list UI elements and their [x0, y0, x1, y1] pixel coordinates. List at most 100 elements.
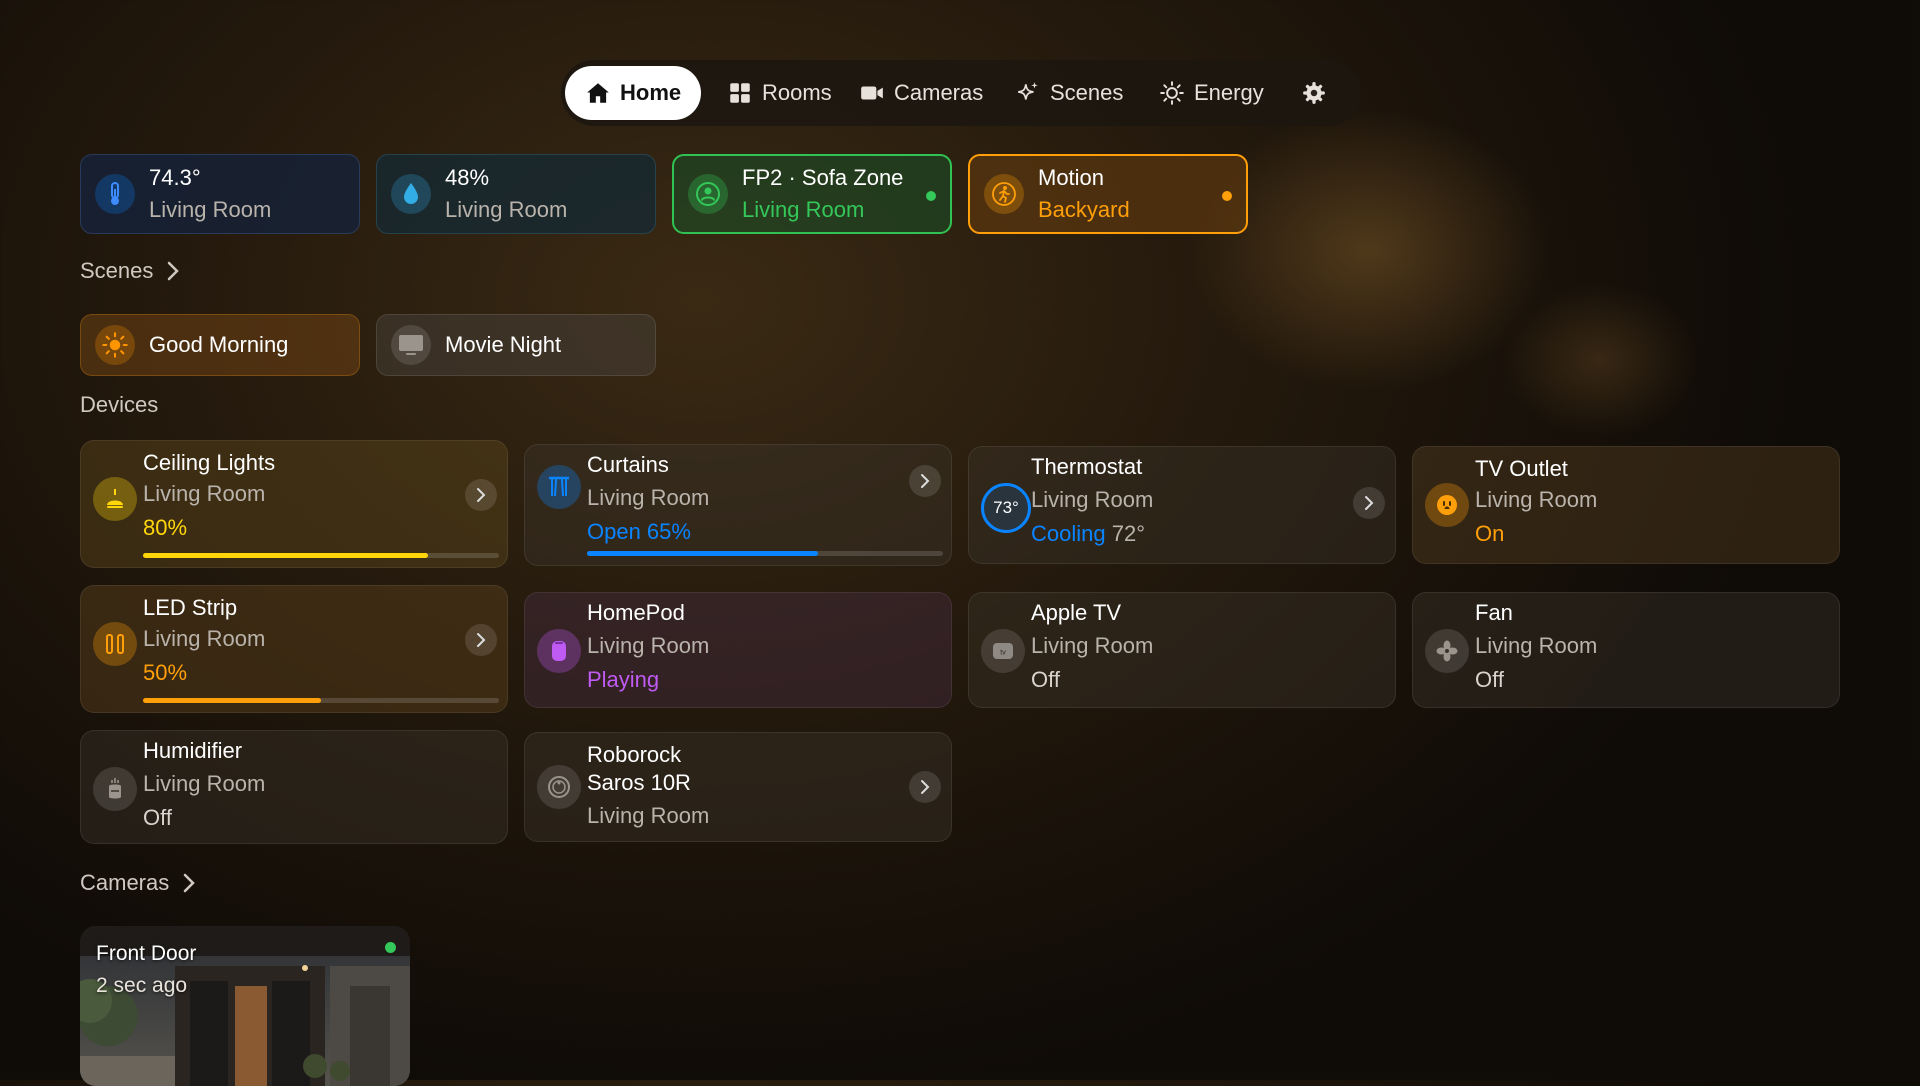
temperature-chip[interactable]: 74.3° Living Room	[80, 154, 360, 234]
tab-cameras[interactable]: Cameras	[859, 66, 983, 120]
devices-title: Devices	[80, 392, 159, 417]
tv-icon	[391, 325, 431, 365]
device-name: Curtains	[587, 452, 669, 477]
device-card-tv-outlet[interactable]: TV Outlet Living Room On	[1412, 446, 1840, 564]
led-strip-icon	[93, 622, 137, 666]
device-card-apple-tv[interactable]: tv Apple TV Living Room Off	[968, 592, 1396, 708]
device-room: Living Room	[143, 481, 266, 506]
camera-timestamp: 2 sec ago	[96, 974, 188, 997]
robot-vacuum-icon	[537, 765, 581, 809]
chevron-right-icon	[168, 261, 180, 281]
device-room: Living Room	[587, 485, 710, 510]
device-name: Fan	[1475, 600, 1513, 625]
tab-energy[interactable]: Energy	[1159, 66, 1264, 120]
motion-chip[interactable]: Motion Backyard	[968, 154, 1248, 234]
humidity-value: 48%	[445, 165, 490, 190]
outlet-icon	[1425, 483, 1469, 527]
thermometer-icon	[95, 174, 135, 214]
device-card-thermostat[interactable]: 73° Thermostat Living Room Cooling 72°	[968, 446, 1396, 564]
presence-chip[interactable]: FP2 · Sofa Zone Living Room	[672, 154, 952, 234]
device-name: Ceiling Lights	[143, 450, 276, 475]
device-room: Living Room	[1475, 487, 1598, 512]
humidity-room: Living Room	[445, 197, 568, 222]
thermostat-dial-icon: 73°	[981, 483, 1031, 533]
tab-rooms[interactable]: Rooms	[727, 66, 832, 120]
tab-rooms-label: Rooms	[762, 80, 832, 105]
device-status: Open 65%	[587, 519, 691, 544]
scene-label: Movie Night	[445, 332, 562, 357]
settings-button[interactable]	[1301, 66, 1327, 120]
running-person-icon	[984, 174, 1024, 214]
device-card-ceiling-lights[interactable]: Ceiling Lights Living Room 80%	[80, 440, 508, 568]
device-room: Living Room	[1031, 487, 1154, 512]
temperature-room: Living Room	[149, 197, 272, 222]
device-room: Living Room	[1031, 633, 1154, 658]
device-card-homepod[interactable]: HomePod Living Room Playing	[524, 592, 952, 708]
device-name: Apple TV	[1031, 600, 1122, 625]
chevron-right-icon[interactable]	[465, 479, 497, 511]
tab-home[interactable]: Home	[565, 66, 702, 120]
video-camera-icon	[861, 86, 883, 100]
ceiling-light-icon	[93, 477, 137, 521]
scene-good-morning[interactable]: Good Morning	[80, 314, 360, 376]
device-status: Off	[1031, 667, 1060, 692]
brightness-slider[interactable]	[143, 553, 499, 558]
svg-text:tv: tv	[1000, 650, 1006, 657]
device-name: HomePod	[587, 600, 685, 625]
device-status: 50%	[143, 660, 188, 685]
device-card-led-strip[interactable]: LED Strip Living Room 50%	[80, 585, 508, 713]
tab-home-label: Home	[620, 80, 682, 105]
brightness-fill	[143, 698, 321, 703]
sparkle-icon	[1018, 82, 1038, 100]
chevron-right-icon[interactable]	[909, 771, 941, 803]
chevron-right-icon[interactable]	[909, 465, 941, 497]
device-name-line-2: Saros 10R	[587, 770, 691, 795]
tab-energy-label: Energy	[1194, 80, 1264, 105]
device-name-line-1: Roborock	[587, 742, 682, 767]
brightness-slider[interactable]	[143, 698, 499, 703]
brightness-fill	[143, 553, 428, 558]
device-status: On	[1475, 521, 1505, 546]
homepod-icon	[537, 629, 581, 673]
scene-movie-night[interactable]: Movie Night	[376, 314, 656, 376]
motion-location: Backyard	[1038, 197, 1130, 222]
tab-cameras-label: Cameras	[894, 80, 984, 105]
tab-scenes-label: Scenes	[1050, 80, 1124, 105]
device-status: 80%	[143, 515, 188, 540]
chevron-right-icon[interactable]	[1353, 487, 1385, 519]
fan-icon	[1425, 629, 1469, 673]
sun-icon	[1160, 81, 1184, 105]
cameras-title: Cameras	[80, 870, 170, 895]
house-icon	[587, 83, 609, 103]
cameras-section-header[interactable]: Cameras	[80, 870, 196, 896]
curtain-position-slider[interactable]	[587, 551, 943, 556]
device-card-humidifier[interactable]: Humidifier Living Room Off	[80, 730, 508, 844]
thermostat-target-temp: 72°	[1111, 521, 1146, 546]
scenes-section-header[interactable]: Scenes	[80, 258, 180, 284]
tab-scenes[interactable]: Scenes	[1015, 66, 1123, 120]
devices-section-header: Devices	[80, 392, 158, 418]
camera-card-front-door[interactable]: Front Door 2 sec ago	[80, 926, 410, 1086]
gear-icon	[1303, 82, 1325, 104]
device-room: Living Room	[587, 803, 710, 828]
presence-value: FP2 · Sofa Zone	[742, 165, 904, 190]
humidifier-icon	[93, 767, 137, 811]
camera-name: Front Door	[96, 942, 197, 965]
device-card-curtains[interactable]: Curtains Living Room Open 65%	[524, 444, 952, 566]
presence-room: Living Room	[742, 197, 865, 222]
device-status: Off	[1475, 667, 1504, 692]
chevron-right-icon[interactable]	[465, 624, 497, 656]
device-card-roborock[interactable]: Roborock Saros 10R Living Room	[524, 732, 952, 842]
grid-icon	[730, 83, 750, 103]
sun-icon	[95, 325, 135, 365]
top-nav: Home Rooms Cameras Scenes Energy	[561, 60, 1361, 126]
device-card-fan[interactable]: Fan Living Room Off	[1412, 592, 1840, 708]
device-name: TV Outlet	[1475, 456, 1568, 481]
humidity-chip[interactable]: 48% Living Room	[376, 154, 656, 234]
device-room: Living Room	[143, 771, 266, 796]
device-room: Living Room	[1475, 633, 1598, 658]
device-status-line: Cooling 72°	[1031, 521, 1145, 547]
motion-value: Motion	[1038, 165, 1105, 190]
scenes-title: Scenes	[80, 258, 154, 283]
device-name: LED Strip	[143, 595, 238, 620]
